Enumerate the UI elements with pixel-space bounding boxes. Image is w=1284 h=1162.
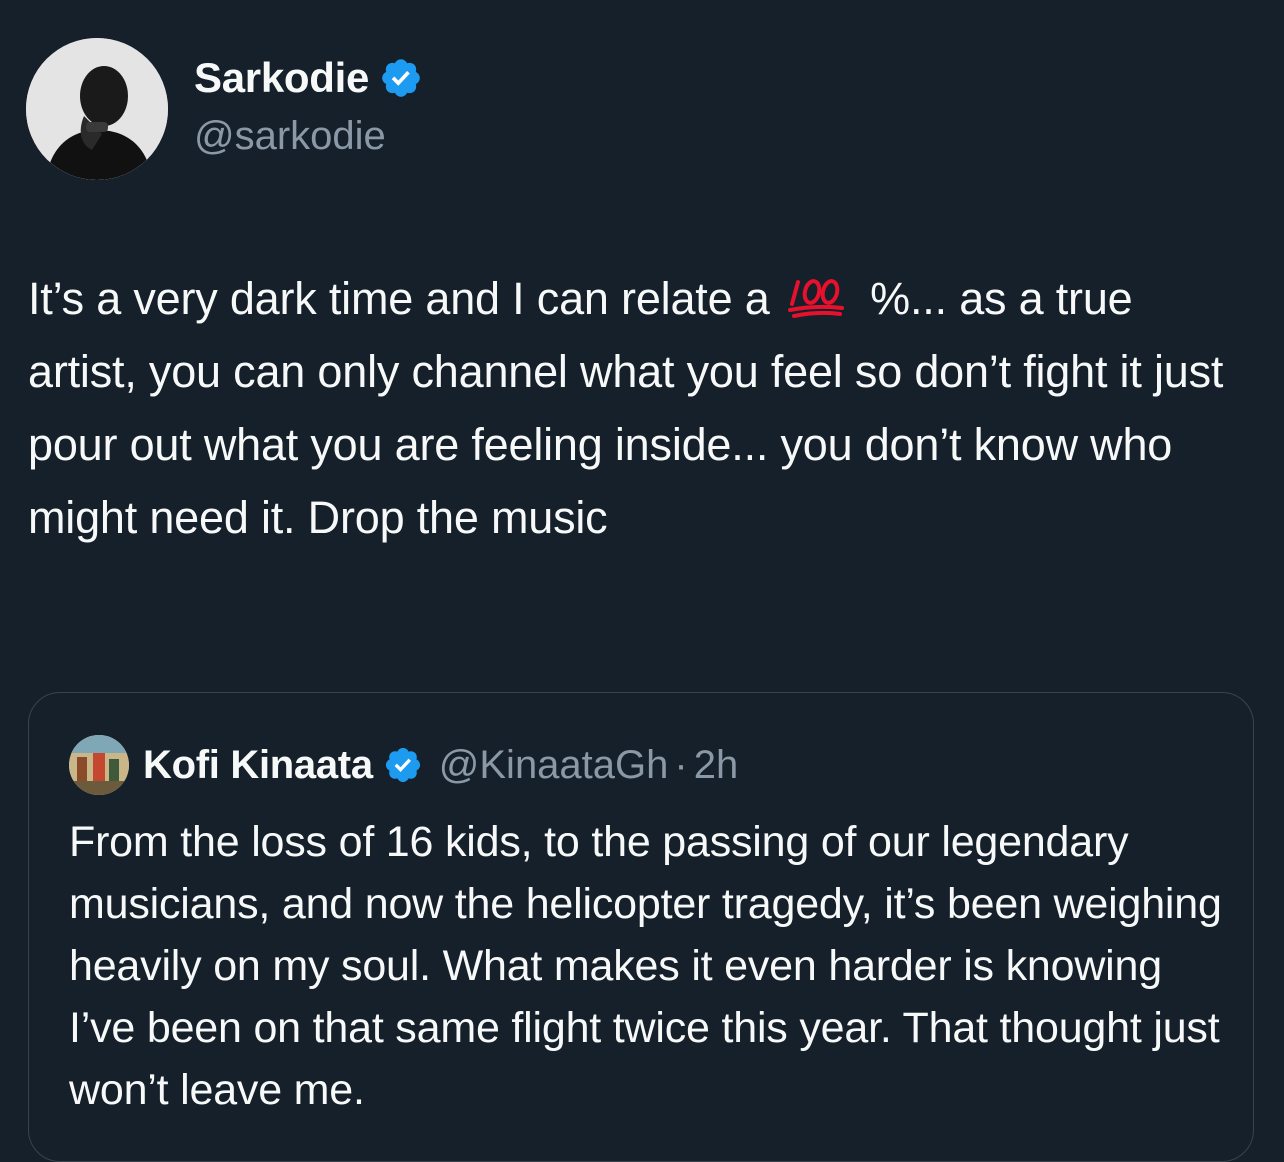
quoted-author-avatar[interactable] — [69, 735, 129, 795]
quoted-tweet-card[interactable]: Kofi Kinaata @KinaataGh · 2h From the lo… — [28, 692, 1254, 1162]
quoted-author-display-name[interactable]: Kofi Kinaata — [143, 743, 373, 788]
tweet-header: Sarkodie @sarkodie — [26, 38, 926, 180]
hundred-points-emoji-icon — [787, 274, 844, 318]
quoted-verified-badge-icon — [383, 745, 423, 785]
tweet-text-part-1: It’s a very dark time and I can relate a — [28, 273, 770, 324]
tweet-body: It’s a very dark time and I can relate a… — [28, 262, 1248, 554]
quoted-tweet-timestamp[interactable]: 2h — [694, 743, 739, 788]
avatar-photo — [26, 38, 168, 180]
quoted-tweet-header: Kofi Kinaata @KinaataGh · 2h — [69, 735, 738, 795]
author-display-name[interactable]: Sarkodie — [194, 54, 369, 102]
quoted-tweet-text: From the loss of 16 kids, to the passing… — [69, 818, 1222, 1114]
verified-badge-icon — [379, 56, 423, 100]
author-name-row: Sarkodie — [194, 52, 423, 104]
quoted-avatar-photo — [69, 735, 129, 795]
quoted-author-handle[interactable]: @KinaataGh — [439, 743, 669, 788]
separator-dot: · — [674, 742, 688, 787]
author-handle[interactable]: @sarkodie — [194, 114, 386, 159]
author-avatar[interactable] — [26, 38, 168, 180]
